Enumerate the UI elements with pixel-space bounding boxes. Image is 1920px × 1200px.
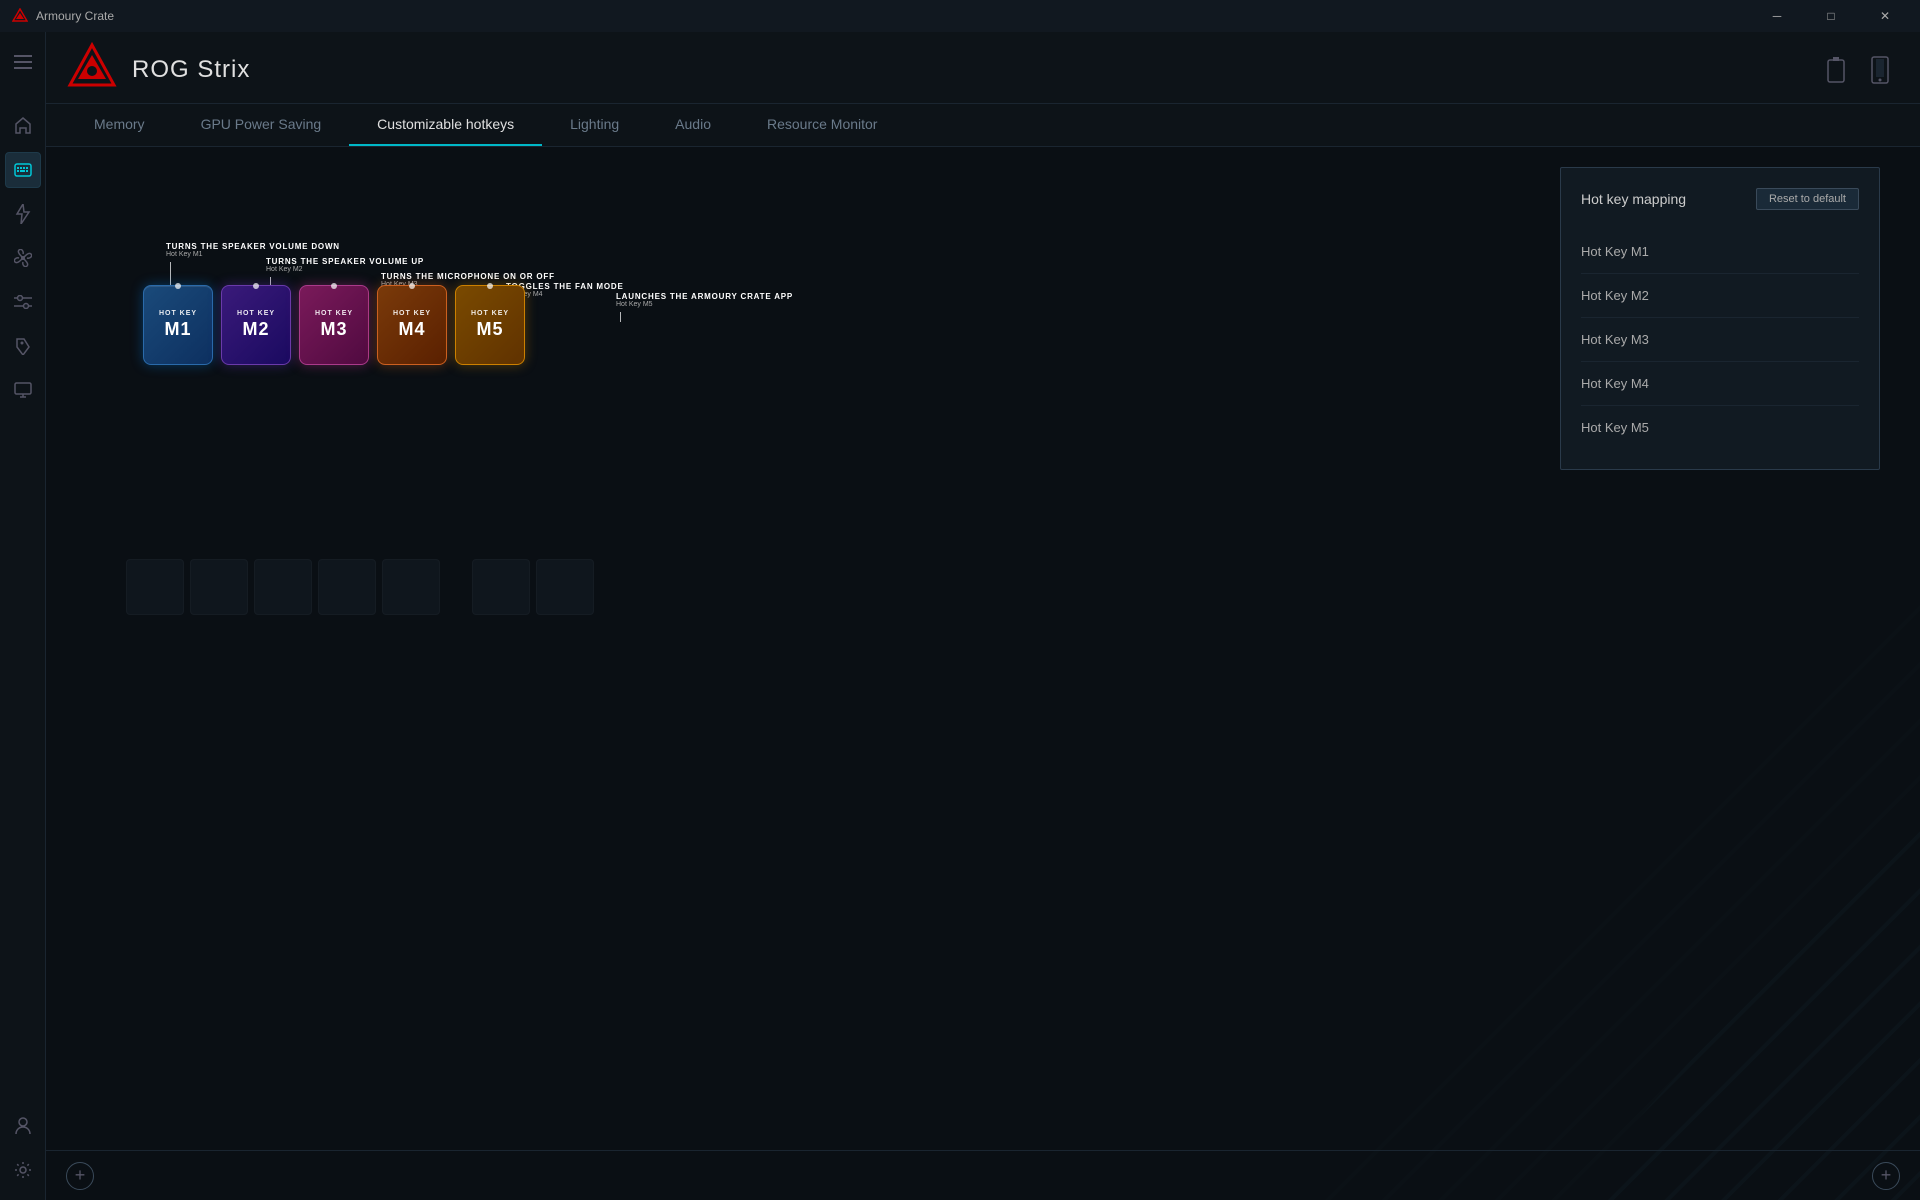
- device-icon: [1864, 54, 1896, 86]
- window-controls: ─ □ ✕: [1754, 0, 1908, 32]
- tabs-bar: Memory GPU Power Saving Customizable hot…: [46, 104, 1920, 147]
- sidebar-icon-menu[interactable]: [5, 44, 41, 80]
- close-button[interactable]: ✕: [1862, 0, 1908, 32]
- sidebar-icon-display[interactable]: [5, 372, 41, 408]
- device-name: ROG Strix: [132, 56, 250, 84]
- logo-area: ROG Strix: [66, 41, 250, 98]
- hotkey-button-m2[interactable]: HOT KEY M2: [221, 285, 291, 365]
- sidebar-icon-home[interactable]: [5, 108, 41, 144]
- hotkey-m1-name: M1: [164, 319, 191, 340]
- hotkey-m5-name: M5: [476, 319, 503, 340]
- hotkey-panel-item-m1[interactable]: Hot Key M1: [1581, 230, 1859, 274]
- tab-memory[interactable]: Memory: [66, 104, 173, 146]
- bottom-bar: + +: [46, 1150, 1920, 1200]
- hotkey-button-m4[interactable]: HOT KEY M4: [377, 285, 447, 365]
- hotkey-panel-item-m2[interactable]: Hot Key M2: [1581, 274, 1859, 318]
- hotkey-buttons-row: HOT KEY M1 HOT KEY M2 HOT KEY M3: [141, 283, 527, 367]
- tab-hotkeys[interactable]: Customizable hotkeys: [349, 104, 542, 146]
- sidebar: [0, 32, 46, 1200]
- sidebar-icon-user[interactable]: [5, 1108, 41, 1144]
- sidebar-icon-settings[interactable]: [5, 1152, 41, 1188]
- sidebar-icon-sliders[interactable]: [5, 284, 41, 320]
- hotkey-m4-name: M4: [398, 319, 425, 340]
- header-right: [1820, 54, 1896, 86]
- key-ph-2: [190, 559, 248, 615]
- panel-title: Hot key mapping: [1581, 191, 1686, 207]
- tab-lighting[interactable]: Lighting: [542, 104, 647, 146]
- key-ph-7: [536, 559, 594, 615]
- hotkey-m5-dot: [487, 283, 493, 289]
- app-title: Armoury Crate: [36, 9, 1754, 23]
- content-area: TURNS THE SPEAKER VOLUME DOWN Hot Key M1…: [46, 147, 1920, 1200]
- sidebar-icon-keyboard[interactable]: [5, 152, 41, 188]
- add-profile-button[interactable]: +: [66, 1162, 94, 1190]
- key-ph-1: [126, 559, 184, 615]
- battery-icon: [1820, 54, 1852, 86]
- key-ph-5: [382, 559, 440, 615]
- hotkey-m5-label: HOT KEY: [471, 310, 509, 317]
- hotkey-panel-item-m3[interactable]: Hot Key M3: [1581, 318, 1859, 362]
- reset-default-button[interactable]: Reset to default: [1756, 188, 1859, 210]
- hotkey-m3-dot: [331, 283, 337, 289]
- hotkey-button-m3[interactable]: HOT KEY M3: [299, 285, 369, 365]
- keyboard-placeholder: [126, 547, 946, 627]
- tab-gpu[interactable]: GPU Power Saving: [173, 104, 350, 146]
- minimize-button[interactable]: ─: [1754, 0, 1800, 32]
- rog-logo: [66, 41, 118, 98]
- key-ph-3: [254, 559, 312, 615]
- hotkey-m2-label: HOT KEY: [237, 310, 275, 317]
- hotkey-m1-dot: [175, 283, 181, 289]
- hotkey-m3-name: M3: [320, 319, 347, 340]
- add-item-button[interactable]: +: [1872, 1162, 1900, 1190]
- panel-header: Hot key mapping Reset to default: [1581, 188, 1859, 210]
- hotkey-m3-label: HOT KEY: [315, 310, 353, 317]
- app-container: ROG Strix Memory GPU Power Saving Custom…: [0, 32, 1920, 1200]
- sidebar-icon-lighting[interactable]: [5, 196, 41, 232]
- hotkey-m4-label: HOT KEY: [393, 310, 431, 317]
- bg-decoration: [1070, 550, 1920, 1200]
- hotkey-panel-item-m4[interactable]: Hot Key M4: [1581, 362, 1859, 406]
- hotkey-items-list: Hot Key M1 Hot Key M2 Hot Key M3 Hot Key…: [1581, 230, 1859, 449]
- tab-audio[interactable]: Audio: [647, 104, 739, 146]
- hotkey-button-m1[interactable]: HOT KEY M1: [143, 285, 213, 365]
- hotkey-panel-item-m5[interactable]: Hot Key M5: [1581, 406, 1859, 449]
- hotkey-visualization: TURNS THE SPEAKER VOLUME DOWN Hot Key M1…: [86, 167, 906, 367]
- sidebar-icon-tag[interactable]: [5, 328, 41, 364]
- main-content: ROG Strix Memory GPU Power Saving Custom…: [46, 32, 1920, 1200]
- tab-resource[interactable]: Resource Monitor: [739, 104, 906, 146]
- sidebar-icon-fan[interactable]: [5, 240, 41, 276]
- hotkey-m2-name: M2: [242, 319, 269, 340]
- hotkey-m4-dot: [409, 283, 415, 289]
- key-ph-6: [472, 559, 530, 615]
- app-icon: [12, 8, 28, 24]
- hotkey-m1-label: HOT KEY: [159, 310, 197, 317]
- hotkey-button-m5[interactable]: HOT KEY M5: [455, 285, 525, 365]
- hotkey-m2-dot: [253, 283, 259, 289]
- header: ROG Strix: [46, 32, 1920, 104]
- key-ph-4: [318, 559, 376, 615]
- hotkey-panel: Hot key mapping Reset to default Hot Key…: [1560, 167, 1880, 470]
- titlebar: Armoury Crate ─ □ ✕: [0, 0, 1920, 32]
- callout-m5: LAUNCHES THE ARMOURY CRATE APP Hot Key M…: [616, 292, 793, 322]
- restore-button[interactable]: □: [1808, 0, 1854, 32]
